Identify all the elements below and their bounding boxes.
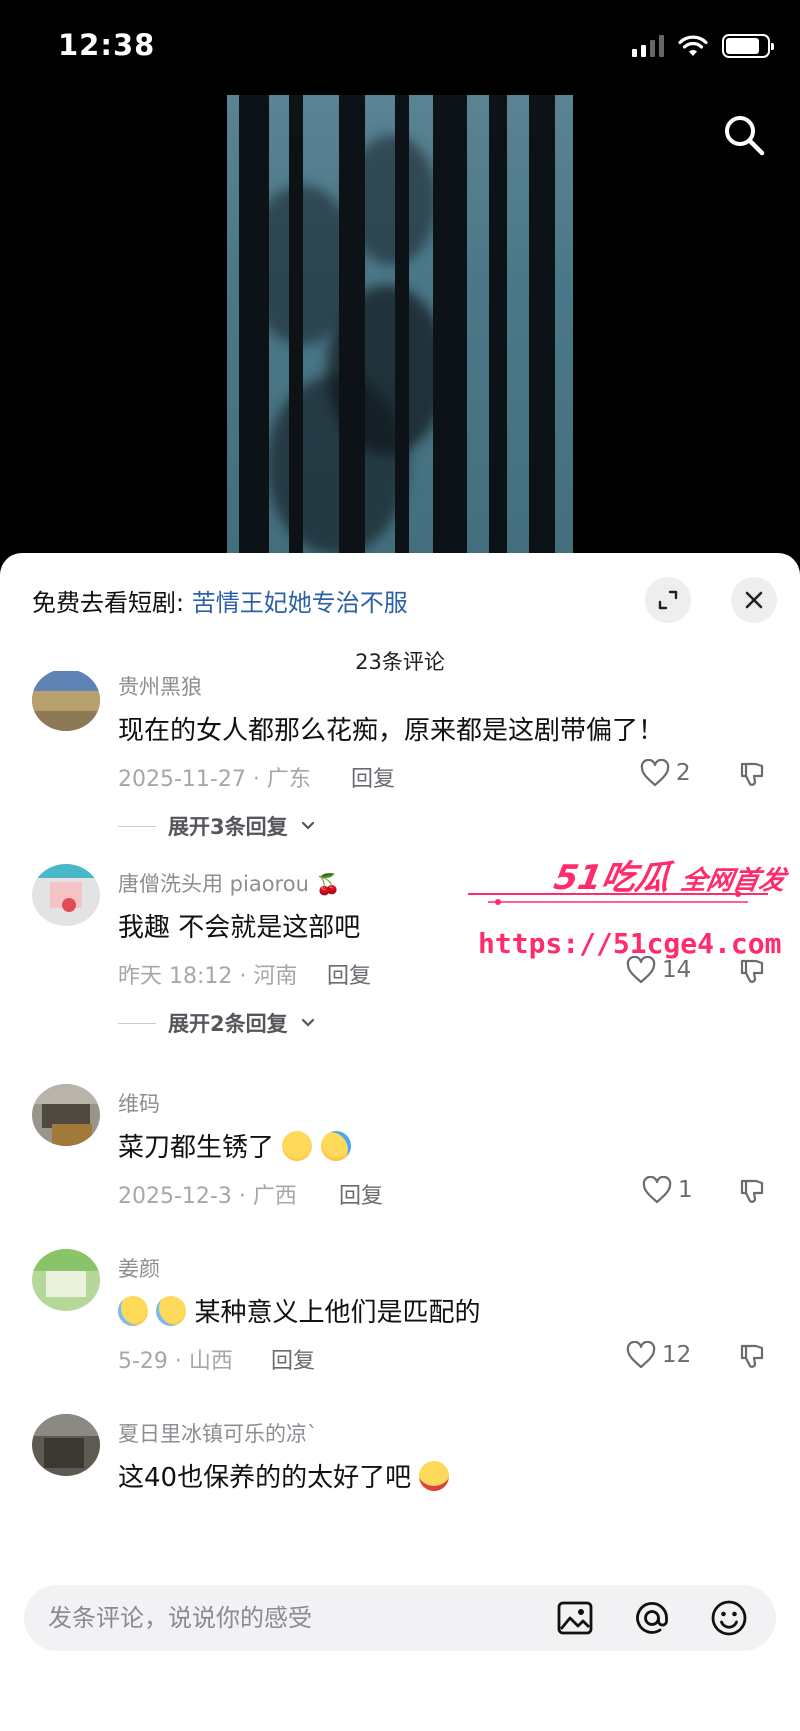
status-bar: 12:38 [0,0,800,95]
expand-replies-label: 展开3条回复 [168,815,288,839]
like-button[interactable]: 1 [642,1176,693,1204]
video-player[interactable] [0,95,800,555]
cherry-emoji: 🍒 [315,872,341,896]
thumbs-down-icon[interactable] [738,760,766,788]
battery-icon [722,34,774,58]
divider [118,1022,156,1024]
search-icon[interactable] [722,113,766,157]
promo-prefix: 免费去看短剧: [32,589,192,617]
avatar[interactable] [32,1084,100,1146]
expand-replies-label: 展开2条回复 [168,1012,288,1036]
thumbs-down-icon[interactable] [738,957,766,985]
comment-input[interactable] [48,1585,518,1651]
comment-date-location: 2025-11-27 · 广东 [118,767,311,792]
at-icon[interactable] [633,1599,671,1637]
comment-text: 某种意义上他们是匹配的 [118,1292,481,1329]
sleepy-emoji [118,1296,148,1326]
promo-banner[interactable]: 免费去看短剧: 苦情王妃她专治不服 [32,583,408,618]
like-button[interactable]: 2 [640,759,691,787]
comment-username[interactable]: 唐僧洗头用 piaorou 🍒 [118,868,340,898]
comment-username[interactable]: 夏日里冰镇可乐的凉` [118,1418,318,1448]
avatar[interactable] [32,1249,100,1311]
comment-username[interactable]: 贵州黑狼 [118,671,202,701]
reply-button[interactable]: 回复 [271,1343,315,1375]
laughing-tears-emoji [320,1131,351,1161]
avatar[interactable] [32,671,100,731]
thumbs-down-icon[interactable] [738,1342,766,1370]
like-button[interactable]: 12 [626,1341,691,1369]
expand-icon [658,590,678,610]
comment-text: 这40也保养的的太好了吧 [118,1457,450,1494]
promo-drama-link[interactable]: 苦情王妃她专治不服 [192,589,408,617]
close-icon [745,591,763,609]
watermark-decoration [468,891,768,905]
comments-panel: 免费去看短剧: 苦情王妃她专治不服 23条评论 贵州黑狼 现在的女人都那么花痴，… [0,553,800,1731]
like-count: 12 [662,1342,692,1368]
panel-header: 免费去看短剧: 苦情王妃她专治不服 [0,553,800,623]
list-fade [0,1555,800,1579]
avatar[interactable] [32,1414,100,1476]
sleepy-emoji [156,1296,187,1326]
watermark-url: https://51cge4.com [478,927,782,960]
comment-text: 我趣 不会就是这部吧 [118,913,361,943]
emoji-icon[interactable] [710,1599,748,1637]
heart-icon [640,759,670,787]
comment-text: 菜刀都生锈了 [118,1127,351,1164]
laughing-emoji [419,1461,450,1491]
like-count: 2 [676,760,691,786]
heart-icon [626,1341,656,1369]
comment-list[interactable]: 贵州黑狼 现在的女人都那么花痴，原来都是这剧带偏了！ 2025-11-27 · … [0,671,800,1641]
comment-text: 现在的女人都那么花痴，原来都是这剧带偏了！ [118,716,665,746]
expand-replies[interactable]: 展开3条回复 [118,811,316,841]
status-time: 12:38 [58,28,156,62]
reply-button[interactable]: 回复 [327,958,371,990]
expand-button[interactable] [645,577,691,623]
cellular-signal-icon [632,35,664,57]
comment-date-location: 5-29 · 山西 [118,1349,233,1374]
comment-date-location: 昨天 18:12 · 河南 [118,964,298,989]
thumbs-down-icon[interactable] [738,1177,766,1205]
home-indicator [260,1703,540,1711]
divider [118,825,156,827]
image-icon[interactable] [556,1599,594,1637]
chevron-down-icon [301,1018,314,1027]
expand-replies[interactable]: 展开2条回复 [118,1008,316,1038]
like-count: 14 [662,957,692,983]
heart-icon [642,1176,672,1204]
like-count: 1 [678,1177,693,1203]
comment-username[interactable]: 维码 [118,1088,160,1118]
wifi-icon [678,35,708,56]
like-button[interactable]: 14 [626,956,691,984]
heart-icon [626,956,656,984]
chevron-down-icon [301,821,314,830]
reply-button[interactable]: 回复 [339,1178,383,1210]
grin-emoji [282,1131,313,1161]
status-icons [632,34,774,58]
video-frame[interactable] [227,95,573,555]
close-button[interactable] [731,577,777,623]
comment-date-location: 2025-12-3 · 广西 [118,1184,297,1209]
comment-input-bar [24,1585,776,1651]
avatar[interactable] [32,864,100,926]
reply-button[interactable]: 回复 [351,761,395,793]
comment-username[interactable]: 姜颜 [118,1253,160,1283]
